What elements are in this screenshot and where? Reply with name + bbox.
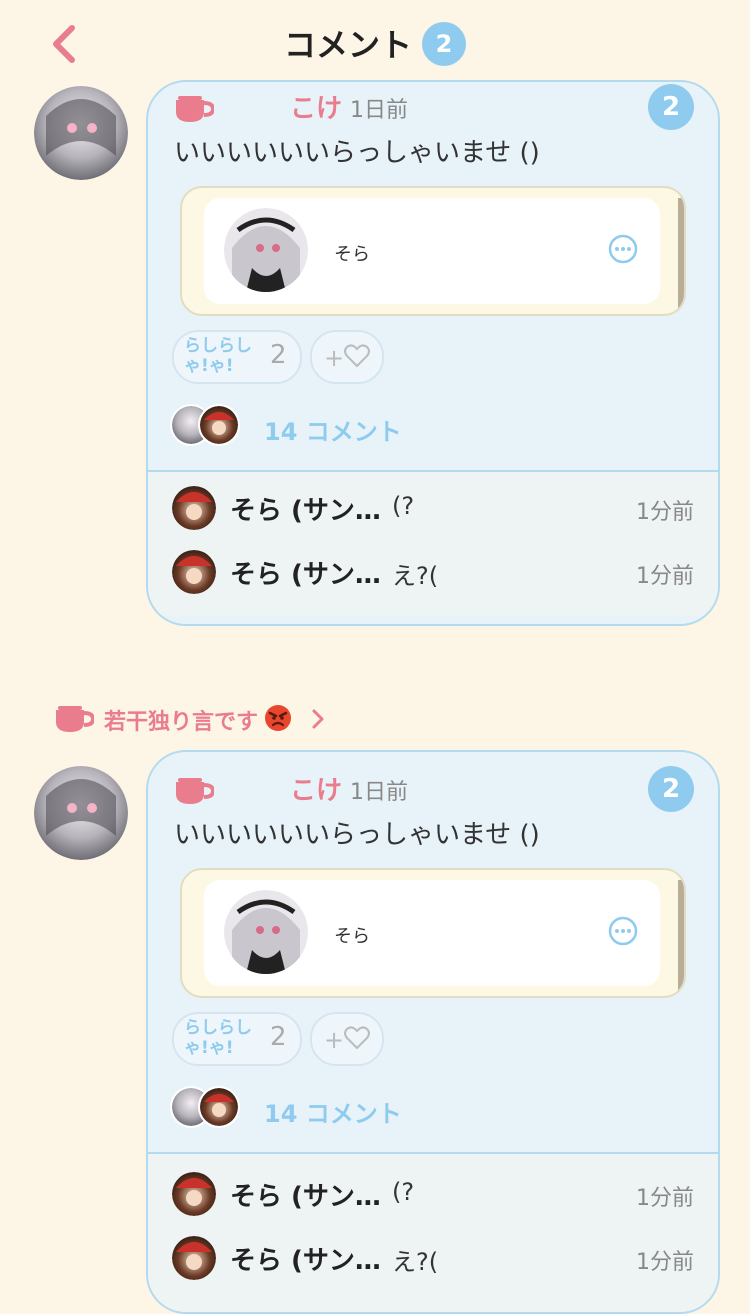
reaction-label: らしらしゃ!ゃ! — [184, 336, 252, 376]
cup-icon — [176, 778, 214, 804]
reply-username: そら (サン… — [230, 560, 381, 590]
heart-icon — [344, 1026, 370, 1050]
reply-time: 1分前 — [636, 1186, 694, 1211]
post-text: いいいいいいらっしゃいませ () — [174, 138, 540, 168]
embed-username: そら — [334, 244, 370, 265]
commenter-avatars — [170, 1086, 250, 1130]
avatar — [172, 1172, 216, 1216]
embed-scroll-edge — [678, 198, 684, 308]
embedded-post[interactable]: そら — [180, 868, 686, 998]
group-title: 若干独り言です — [104, 710, 259, 735]
avatar — [172, 486, 216, 530]
reply-time: 1分前 — [636, 500, 694, 525]
reply-text: え?( — [392, 1248, 439, 1276]
avatar — [172, 550, 216, 594]
embed-scroll-edge — [678, 880, 684, 990]
reply-list: そら (サン… (? 1分前 そら (サン… え?( 1分前 — [148, 1154, 718, 1312]
reply-time: 1分前 — [636, 1250, 694, 1275]
comment-count-link[interactable]: 14 コメント — [264, 412, 402, 447]
reaction-chip[interactable]: らしらしゃ!ゃ! 2 — [172, 330, 302, 384]
app-header: コメント 2 — [0, 0, 750, 88]
reply-username: そら (サン… — [230, 1182, 381, 1212]
more-icon[interactable] — [608, 234, 638, 264]
more-icon[interactable] — [608, 916, 638, 946]
cup-icon — [56, 706, 94, 732]
add-reaction-button[interactable]: + — [310, 1012, 384, 1066]
reply-username: そら (サン… — [230, 1246, 381, 1276]
add-reaction-plus: + — [324, 1026, 345, 1054]
reply-text: え?( — [392, 562, 439, 590]
avatar — [198, 1086, 240, 1128]
post-badge: 2 — [648, 84, 694, 130]
embed-avatar — [224, 890, 308, 974]
angry-face-icon — [265, 705, 291, 731]
heart-icon — [344, 344, 370, 368]
embed-username: そら — [334, 926, 370, 947]
post-time: 1日前 — [350, 98, 408, 123]
commenter-avatars — [170, 404, 250, 448]
reaction-count: 2 — [270, 1022, 287, 1052]
reply-item[interactable]: そら (サン… (? 1分前 — [148, 1158, 718, 1222]
post-badge: 2 — [648, 766, 694, 812]
reply-text: (? — [392, 1178, 415, 1206]
reply-text: (? — [392, 492, 415, 520]
post-username[interactable]: こけ — [290, 770, 342, 807]
reply-item[interactable]: そら (サン… (? 1分前 — [148, 472, 718, 536]
post-card[interactable]: こけ 1日前 2 いいいいいいらっしゃいませ () そら らしらしゃ!ゃ! 2 — [146, 750, 720, 1314]
embedded-post[interactable]: そら — [180, 186, 686, 316]
avatar — [172, 1236, 216, 1280]
post-username[interactable]: こけ — [290, 88, 342, 125]
embed-avatar — [224, 208, 308, 292]
reply-list: そら (サン… (? 1分前 そら (サン… え?( 1分前 — [148, 472, 718, 616]
avatar — [198, 404, 240, 446]
reaction-count: 2 — [270, 340, 287, 370]
comment-count-link[interactable]: 14 コメント — [264, 1094, 402, 1129]
avatar[interactable] — [34, 766, 128, 860]
avatar[interactable] — [34, 86, 128, 180]
post-text: いいいいいいらっしゃいませ () — [174, 820, 540, 850]
post-time: 1日前 — [350, 780, 408, 805]
reply-username: そら (サン… — [230, 496, 381, 526]
page-title: コメント — [283, 26, 412, 64]
reaction-chip[interactable]: らしらしゃ!ゃ! 2 — [172, 1012, 302, 1066]
chevron-right-icon — [312, 709, 324, 729]
post-card[interactable]: こけ 1日前 2 いいいいいいらっしゃいませ () そら らしらしゃ!ゃ! 2 — [146, 80, 720, 626]
reply-time: 1分前 — [636, 564, 694, 589]
reply-item[interactable]: そら (サン… え?( 1分前 — [148, 536, 718, 600]
add-reaction-button[interactable]: + — [310, 330, 384, 384]
page-title-wrap: コメント 2 — [0, 20, 750, 69]
add-reaction-plus: + — [324, 344, 345, 372]
reply-item[interactable]: そら (サン… え?( 1分前 — [148, 1222, 718, 1286]
reaction-label: らしらしゃ!ゃ! — [184, 1018, 252, 1058]
comment-count-badge: 2 — [422, 22, 466, 66]
cup-icon — [176, 96, 214, 122]
